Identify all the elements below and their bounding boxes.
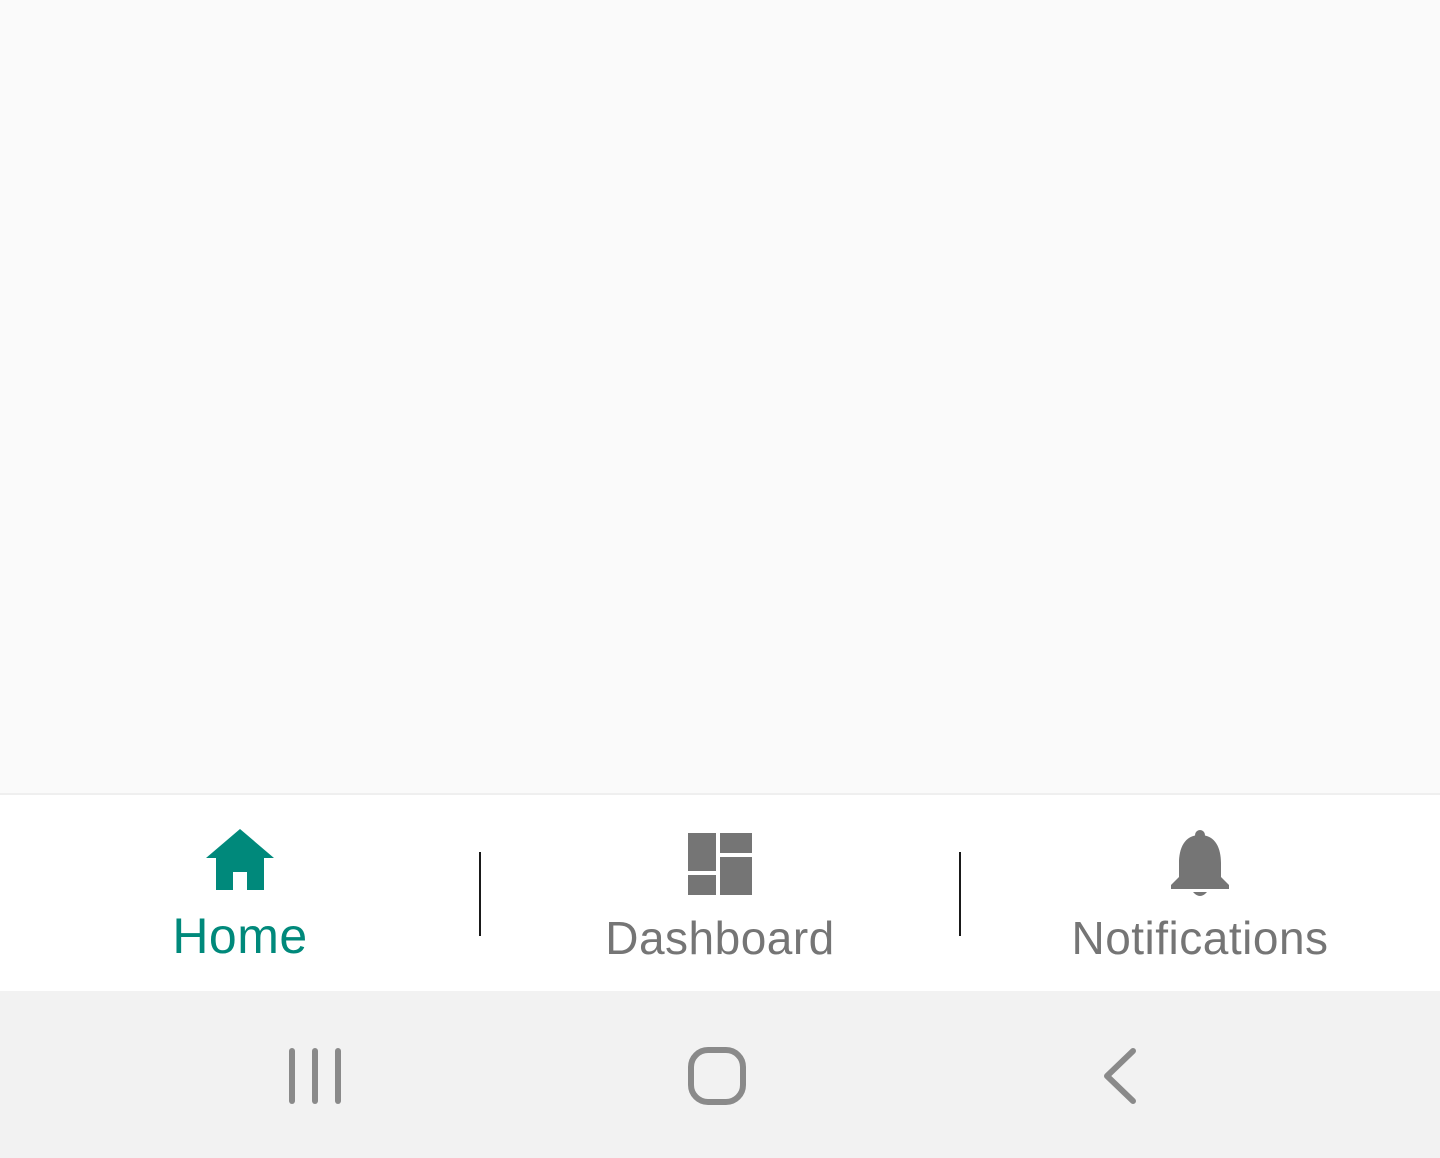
nav-item-dashboard[interactable]: Dashboard xyxy=(480,795,960,991)
nav-item-label: Dashboard xyxy=(605,912,835,964)
dashboard-icon xyxy=(688,833,752,895)
app-screen: Home Dashboard Notifications xyxy=(0,0,1440,1158)
bottom-navigation-bar: Home Dashboard Notifications xyxy=(0,793,1440,991)
nav-divider xyxy=(959,852,961,936)
nav-item-label: Home xyxy=(172,908,308,964)
nav-divider xyxy=(479,852,481,936)
home-button-icon[interactable] xyxy=(672,1031,762,1121)
main-content-area xyxy=(0,0,1440,793)
nav-item-home[interactable]: Home xyxy=(0,795,480,991)
nav-item-notifications[interactable]: Notifications xyxy=(960,795,1440,991)
home-icon xyxy=(206,829,274,890)
bell-icon xyxy=(1171,830,1229,896)
system-navigation-bar xyxy=(0,991,1440,1158)
recent-apps-icon[interactable] xyxy=(270,1031,360,1121)
nav-item-label: Notifications xyxy=(1071,912,1329,964)
back-icon[interactable] xyxy=(1075,1031,1165,1121)
